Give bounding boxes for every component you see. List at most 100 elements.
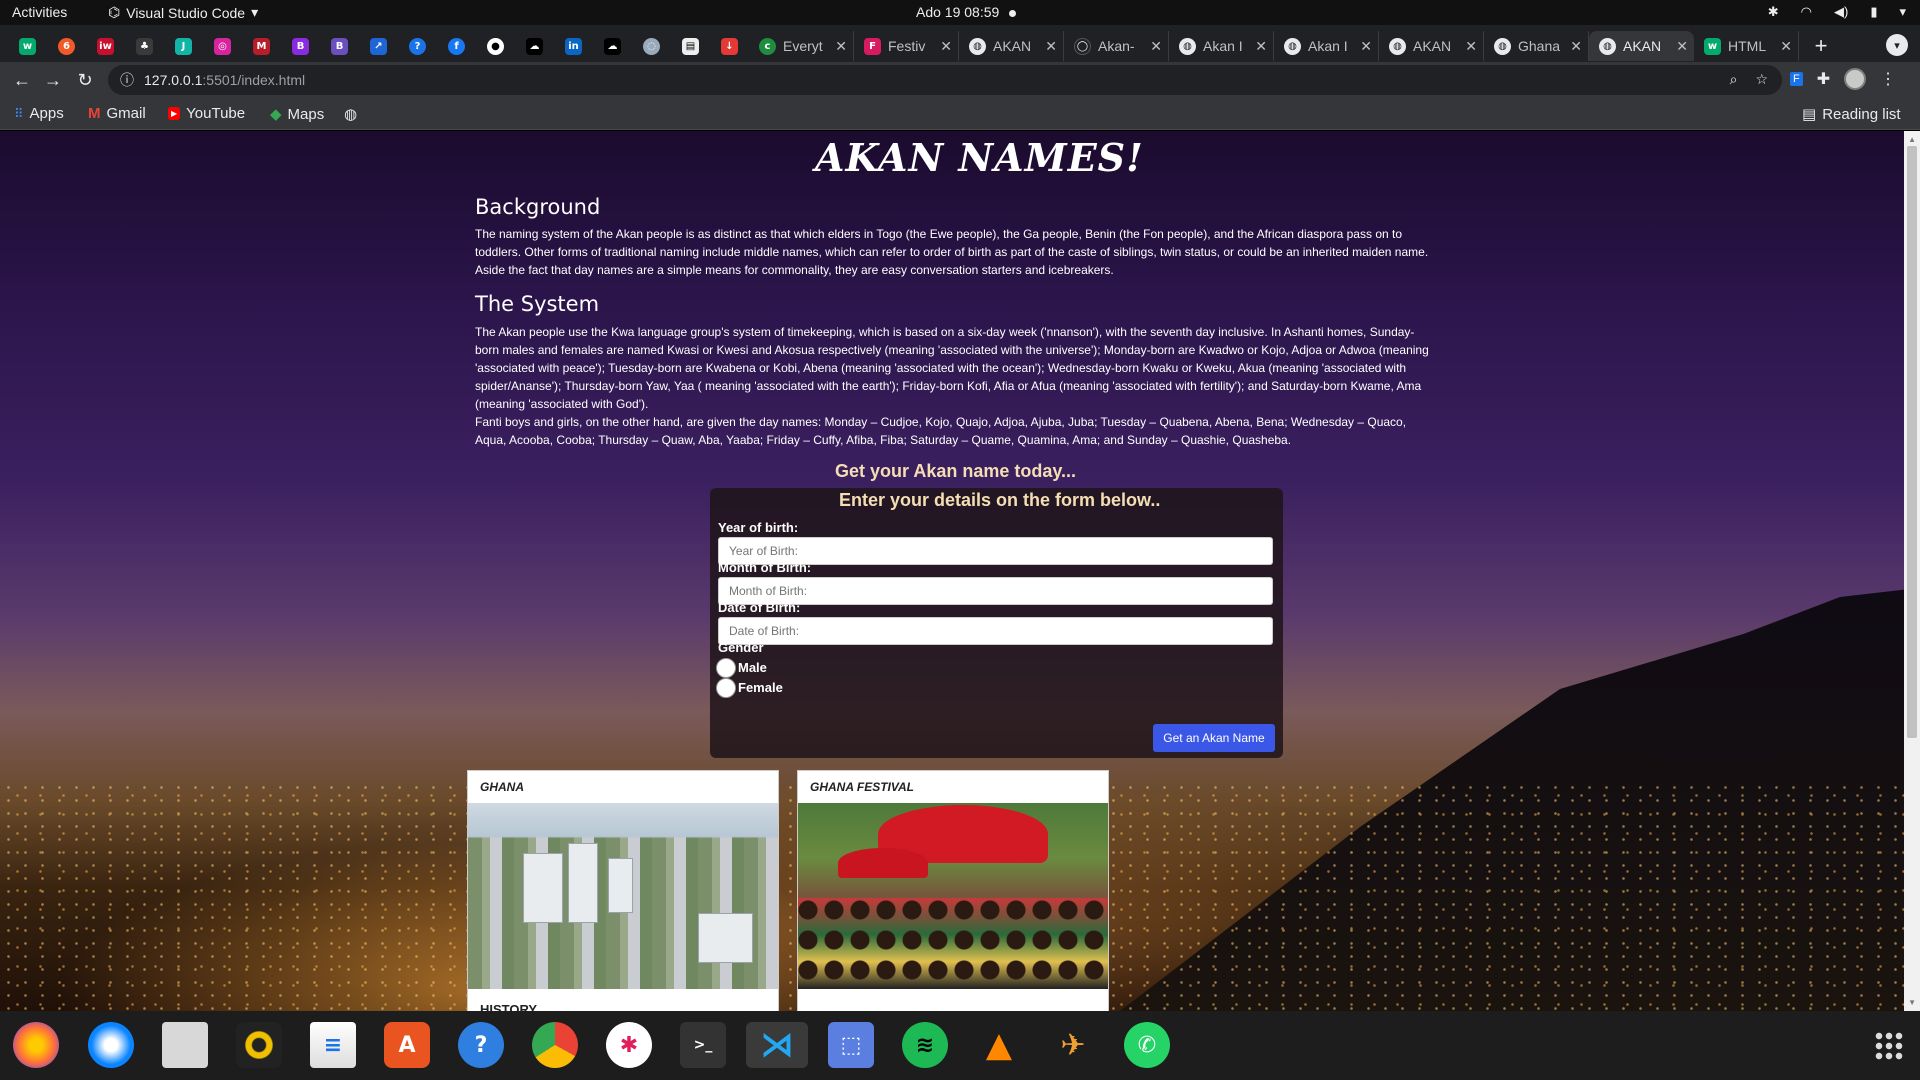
help-icon[interactable]: ?: [458, 1022, 504, 1068]
pinned-tab[interactable]: ?: [398, 32, 437, 60]
pinned-tab[interactable]: ↗: [359, 32, 398, 60]
scrollbar-thumb[interactable]: [1907, 146, 1917, 738]
close-icon[interactable]: ✕: [1676, 38, 1688, 55]
pinned-tab[interactable]: ↓: [710, 32, 749, 60]
terminal-icon[interactable]: >_: [680, 1022, 726, 1068]
browser-tab[interactable]: w HTML ✕: [1694, 31, 1799, 61]
scroll-up-arrow-icon[interactable]: ▲: [1908, 135, 1916, 144]
tab-search-button[interactable]: ▾: [1886, 34, 1908, 56]
close-icon[interactable]: ✕: [1150, 38, 1162, 55]
screenshot-icon[interactable]: ⬚: [828, 1022, 874, 1068]
slack-icon[interactable]: ✱: [606, 1022, 652, 1068]
bookmark-globe[interactable]: ◍: [344, 105, 357, 123]
pinned-tab[interactable]: ◎: [203, 32, 242, 60]
bird-icon[interactable]: ✈: [1050, 1022, 1096, 1068]
pinned-tab[interactable]: B: [281, 32, 320, 60]
extension-icon[interactable]: F: [1790, 72, 1803, 86]
clock[interactable]: Ado 19 08:59: [916, 4, 1017, 20]
pinned-tab[interactable]: ☁: [515, 32, 554, 60]
new-tab-button[interactable]: +: [1807, 32, 1835, 60]
close-icon[interactable]: ✕: [1045, 38, 1057, 55]
firefox-icon[interactable]: [13, 1022, 59, 1068]
close-icon[interactable]: ✕: [1570, 38, 1582, 55]
pinned-tab[interactable]: J: [164, 32, 203, 60]
show-applications-icon[interactable]: [1874, 1031, 1904, 1061]
month-input[interactable]: [718, 577, 1273, 605]
pinned-tab[interactable]: ☁: [593, 32, 632, 60]
linkedin-icon: in: [565, 37, 582, 55]
close-icon[interactable]: ✕: [940, 38, 952, 55]
month-label: Month of Birth:: [718, 560, 812, 575]
bookmark-star-icon[interactable]: ☆: [1755, 71, 1768, 88]
chevron-down-icon[interactable]: ▾: [1899, 4, 1906, 20]
whatsapp-icon[interactable]: ✆: [1124, 1022, 1170, 1068]
browser-tab-active[interactable]: ◍ AKAN ✕: [1589, 31, 1694, 61]
writer-icon[interactable]: ≡: [310, 1022, 356, 1068]
vscode-icon[interactable]: ⋊: [746, 1022, 808, 1068]
browser-tab[interactable]: ◍ Akan I ✕: [1169, 31, 1274, 61]
b-icon: B: [292, 37, 309, 55]
puzzle-icon[interactable]: ✚: [1817, 69, 1830, 89]
pinned-tab[interactable]: B: [320, 32, 359, 60]
close-icon[interactable]: ✕: [1465, 38, 1477, 55]
bookmark-youtube[interactable]: ▶ YouTube: [168, 105, 245, 122]
system-tray[interactable]: ✱ ◠ ◀) ▮ ▾: [1768, 4, 1906, 20]
close-icon[interactable]: ✕: [835, 38, 847, 55]
avatar[interactable]: [1844, 68, 1867, 90]
pinned-tab[interactable]: w: [8, 32, 47, 60]
pinned-tab[interactable]: iw: [86, 32, 125, 60]
browser-tab[interactable]: F Festiv ✕: [854, 31, 959, 61]
browser-tab[interactable]: ◍ Akan I ✕: [1274, 31, 1379, 61]
pinned-tab[interactable]: ♣: [125, 32, 164, 60]
files-icon[interactable]: [162, 1022, 208, 1068]
browser-tab[interactable]: ◍ Ghana ✕: [1484, 31, 1589, 61]
close-icon[interactable]: ✕: [1780, 38, 1792, 55]
activities-button[interactable]: Activities: [12, 4, 67, 20]
scroll-down-arrow-icon[interactable]: ▼: [1908, 998, 1916, 1007]
browser-tab[interactable]: ◍ AKAN ✕: [1379, 31, 1484, 61]
pinned-tab[interactable]: f: [437, 32, 476, 60]
globe-icon: ◍: [344, 106, 358, 123]
address-bar[interactable]: ⓘ 127.0.0.1:5501/index.html ⌕ ☆: [108, 65, 1782, 95]
browser-tab[interactable]: c Everyt ✕: [749, 31, 854, 61]
female-radio[interactable]: [716, 678, 736, 698]
male-radio[interactable]: [716, 658, 736, 678]
pinned-tab[interactable]: ▤: [671, 32, 710, 60]
menu-kebab-icon[interactable]: ⋮: [1880, 69, 1896, 89]
bookmark-gmail[interactable]: M Gmail: [88, 105, 146, 122]
app-menu[interactable]: ⌬ Visual Studio Code ▾: [108, 4, 258, 21]
thunderbird-icon[interactable]: [88, 1022, 134, 1068]
back-arrow-icon[interactable]: ←: [10, 68, 34, 92]
bookmark-label: YouTube: [186, 105, 246, 122]
reload-icon[interactable]: ↻: [73, 68, 97, 92]
vlc-icon[interactable]: ▲: [976, 1022, 1022, 1068]
chrome-icon[interactable]: [532, 1022, 578, 1068]
cloud-icon: ☁: [604, 37, 621, 55]
rhythmbox-icon[interactable]: [236, 1022, 282, 1068]
pinned-tab[interactable]: in: [554, 32, 593, 60]
slack-tray-icon[interactable]: ✱: [1768, 4, 1779, 20]
pinned-tab[interactable]: M: [242, 32, 281, 60]
bookmark-maps[interactable]: ◆ Maps: [270, 105, 324, 124]
pinned-tab[interactable]: ◌: [632, 32, 671, 60]
zoom-icon[interactable]: ⌕: [1730, 71, 1738, 88]
browser-tab[interactable]: ◍ AKAN ✕: [959, 31, 1064, 61]
forward-arrow-icon[interactable]: →: [41, 68, 65, 92]
reading-list-button[interactable]: ▤ Reading list: [1802, 105, 1901, 124]
pinned-tab[interactable]: 6: [47, 32, 86, 60]
system-heading: The System: [475, 292, 600, 316]
browser-tab[interactable]: ◯ Akan- ✕: [1064, 31, 1169, 61]
software-icon[interactable]: A: [384, 1022, 430, 1068]
url-text: 127.0.0.1:5501/index.html: [144, 72, 306, 88]
date-input[interactable]: [718, 617, 1273, 645]
get-akan-name-button[interactable]: Get an Akan Name: [1153, 724, 1275, 752]
bookmark-apps[interactable]: ⠿ Apps: [14, 105, 64, 122]
info-icon[interactable]: ⓘ: [120, 70, 134, 90]
globe-icon: ◌: [643, 37, 660, 55]
spotify-icon[interactable]: ≋: [902, 1022, 948, 1068]
pinned-tab[interactable]: ●: [476, 32, 515, 60]
tab-title: Everyt: [783, 38, 823, 54]
close-icon[interactable]: ✕: [1360, 38, 1372, 55]
close-icon[interactable]: ✕: [1255, 38, 1267, 55]
ghana-festival-image: [798, 803, 1108, 989]
